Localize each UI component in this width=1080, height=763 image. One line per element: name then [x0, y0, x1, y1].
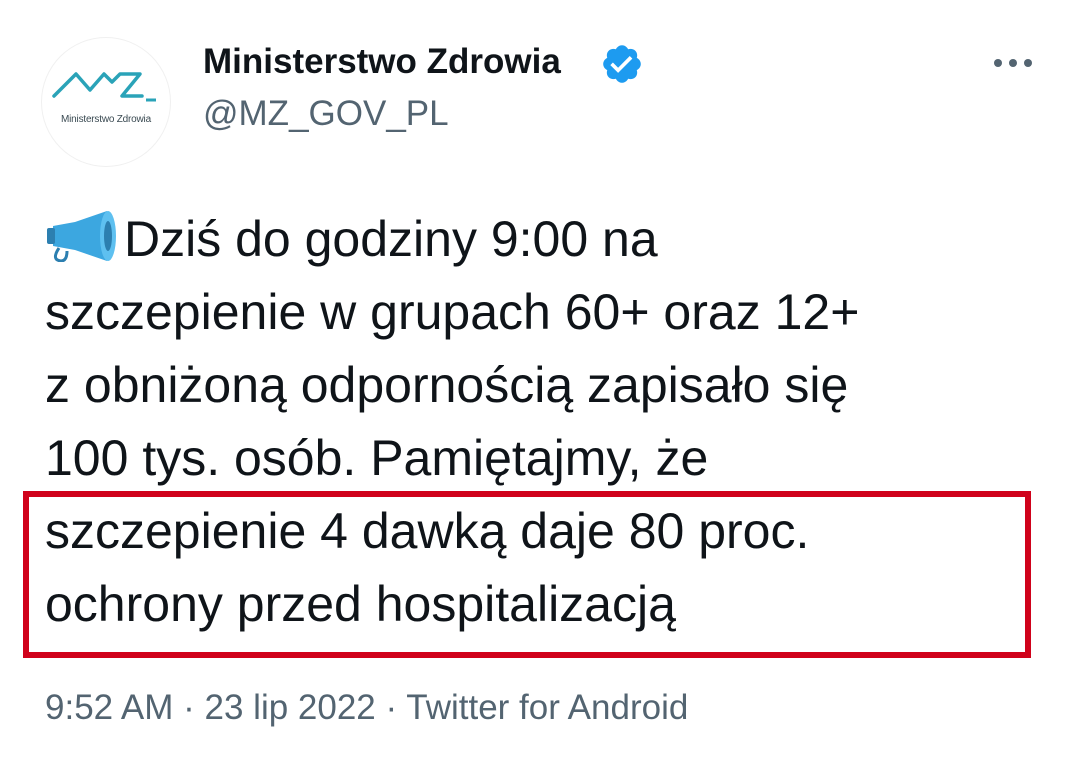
- logo-label: Ministerstwo Zdrowia: [61, 114, 151, 125]
- megaphone-icon: [47, 211, 116, 262]
- avatar[interactable]: Ministerstwo Zdrowia: [42, 38, 170, 166]
- verified-badge-icon: [603, 45, 641, 83]
- tweet-line: z obniżoną odpornością zapisało się: [45, 357, 849, 413]
- tweet-line: szczepienie w grupach 60+ oraz 12+: [45, 284, 860, 340]
- tweet-meta[interactable]: 9:52 AM · 23 lip 2022 · Twitter for Andr…: [45, 687, 688, 729]
- mz-logo-icon: [52, 72, 156, 102]
- tweet-line: 100 tys. osób. Pamiętajmy, że: [45, 430, 709, 486]
- tweet-line-text: Dziś do godziny 9:00 na: [124, 211, 658, 267]
- account-handle[interactable]: @MZ_GOV_PL: [203, 94, 449, 134]
- more-options-icon[interactable]: [990, 50, 1036, 76]
- tweet-line: Dziś do godziny 9:00 na: [45, 203, 1045, 276]
- account-display-name[interactable]: Ministerstwo Zdrowia: [203, 42, 561, 82]
- highlight-box: [23, 491, 1031, 658]
